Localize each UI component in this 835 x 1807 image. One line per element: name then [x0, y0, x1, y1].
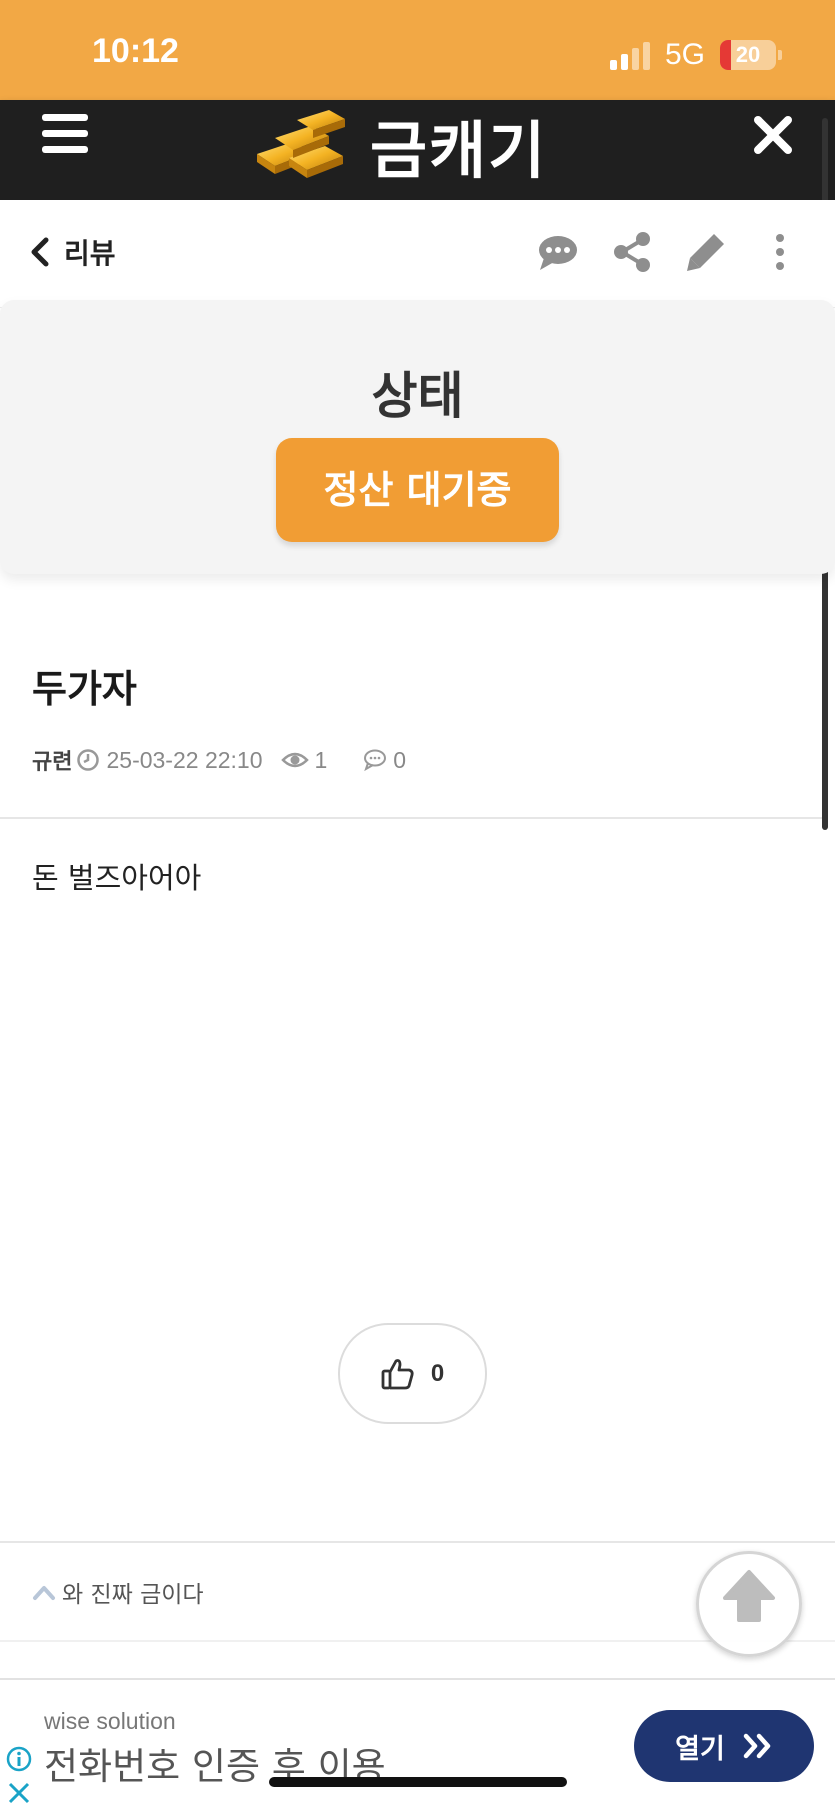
app-logo-text: 금캐기: [370, 114, 548, 187]
eye-icon: [280, 752, 309, 768]
double-chevron-right-icon: [743, 1733, 771, 1759]
post-views: 1: [314, 746, 328, 773]
back-label: 리뷰: [64, 237, 116, 270]
post-date: 25-03-22 22:10: [106, 746, 263, 773]
post-title: 두가자: [32, 667, 137, 711]
ad-open-label: 열기: [675, 1733, 725, 1765]
network-type: 5G: [665, 38, 706, 71]
ad-banner: wise solution 전화번호 인증 후 이용 열기: [0, 1678, 835, 1807]
signal-icon: [610, 42, 654, 70]
like-count: 0: [430, 1359, 445, 1387]
post-toolbar: 리뷰: [0, 200, 835, 308]
scroll-to-top-button[interactable]: [696, 1551, 802, 1657]
prev-post-link[interactable]: 와 진짜 금이다: [32, 1575, 204, 1609]
ad-source: wise solution: [44, 1708, 176, 1734]
status-card: 상태 정산 대기중: [0, 300, 835, 574]
close-icon[interactable]: [752, 114, 794, 156]
prev-post-label: 와 진짜 금이다: [62, 1582, 204, 1608]
divider: [0, 1541, 835, 1543]
post-meta: 규련 25-03-22 22:10 1 0: [32, 744, 407, 776]
home-indicator[interactable]: [269, 1777, 567, 1787]
thumbs-up-icon: [381, 1358, 414, 1389]
post-author[interactable]: 규련: [32, 744, 72, 776]
close-ad-icon[interactable]: [6, 1780, 32, 1806]
battery-icon: 20: [720, 40, 776, 70]
post-comments: 0: [393, 746, 407, 773]
info-icon[interactable]: [6, 1746, 32, 1772]
arrow-up-icon: [723, 1570, 775, 1622]
chevron-left-icon: [31, 237, 49, 267]
ad-open-button[interactable]: 열기: [634, 1710, 814, 1782]
like-button[interactable]: 0: [338, 1323, 487, 1424]
battery-cap: [778, 50, 782, 60]
status-bar: 10:12 5G 20: [0, 0, 835, 100]
share-icon[interactable]: [610, 230, 654, 274]
gold-bars-icon: [257, 110, 345, 178]
status-time: 10:12: [92, 32, 179, 70]
chevron-up-icon: [33, 1586, 55, 1600]
battery-level: 20: [735, 42, 761, 67]
edit-icon[interactable]: [684, 230, 728, 274]
back-button[interactable]: 리뷰: [30, 230, 116, 274]
comment-icon[interactable]: [536, 230, 580, 274]
post-body: 돈 벌즈아어아: [32, 861, 202, 895]
more-vertical-icon[interactable]: [758, 230, 802, 274]
status-title: 상태: [371, 367, 464, 425]
status-badge: 정산 대기중: [276, 438, 559, 542]
clock-icon: [77, 749, 100, 771]
hamburger-menu-icon[interactable]: [42, 114, 88, 154]
divider: [0, 817, 822, 819]
app-header: 금캐기: [0, 100, 835, 200]
comment-count-icon: [364, 749, 387, 772]
